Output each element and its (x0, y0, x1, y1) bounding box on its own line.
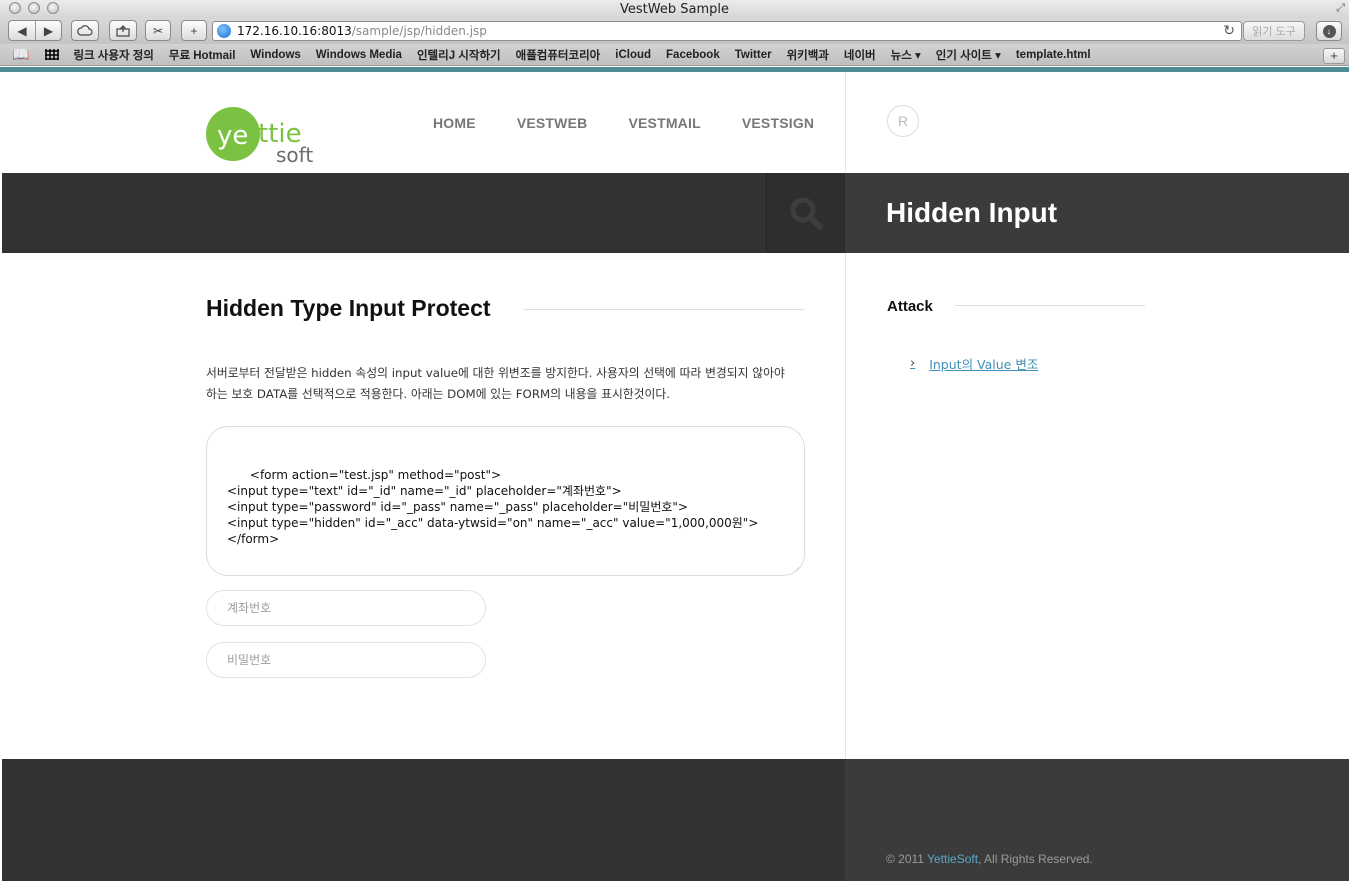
bookmark-item[interactable]: Twitter (735, 49, 772, 61)
back-forward-buttons: ◀ ▶ (8, 20, 62, 41)
bookmark-item[interactable]: 위키백과 (787, 47, 829, 63)
globe-icon (217, 24, 231, 38)
reader-button[interactable]: 읽기 도구 (1243, 21, 1305, 41)
description-line: 하는 보호 DATA를 선택적으로 적용한다. 아래는 DOM에 있는 FORM… (206, 387, 670, 401)
back-button[interactable]: ◀ (9, 21, 35, 40)
new-tab-button[interactable]: + (181, 20, 207, 41)
reload-icon[interactable]: ↻ (1223, 23, 1235, 39)
sidebar-divider (955, 305, 1145, 306)
description-line: 서버로부터 전달받은 hidden 속성의 input value에 대한 위변… (206, 366, 785, 380)
copyright-text: © 2011 YettieSoft, All Rights Reserved. (886, 852, 1093, 866)
search-button[interactable] (766, 173, 845, 253)
hero-title-band: Hidden Input (845, 173, 1349, 253)
chevron-right-icon: › (910, 356, 916, 371)
zoom-window-icon[interactable] (47, 2, 59, 14)
downloads-button[interactable]: ↓ (1316, 21, 1342, 41)
form-source-text: <form action="test.jsp" method="post"> <… (227, 468, 759, 546)
sidebar: Attack › Input의 Value 변조 (845, 253, 1349, 759)
bookmark-item[interactable]: 애플컴퓨터코리아 (516, 47, 601, 63)
forward-button[interactable]: ▶ (35, 21, 61, 40)
share-icon (116, 24, 130, 37)
window-titlebar: VestWeb Sample ⤢ (0, 0, 1349, 18)
bookmarks-bar: 📖 링크 사용자 정의 무료 Hotmail Windows Windows M… (0, 44, 1349, 66)
add-bookmark-button[interactable]: + (1323, 48, 1345, 64)
sidebar-link-label: Input의 Value 변조 (929, 357, 1039, 372)
window-title: VestWeb Sample (620, 2, 729, 17)
reading-list-icon[interactable]: 📖 (12, 46, 29, 63)
url-host: 172.16.10.16:8013 (237, 24, 352, 38)
nav-home[interactable]: HOME (433, 115, 476, 131)
nav-vestmail[interactable]: VESTMAIL (628, 115, 700, 131)
url-path: /sample/jsp/hidden.jsp (351, 24, 487, 38)
page-title: Hidden Input (886, 197, 1058, 228)
bookmark-item[interactable]: 링크 사용자 정의 (73, 47, 153, 63)
yettiesoft-logo[interactable]: ye ttie soft (206, 104, 336, 164)
fullscreen-icon[interactable]: ⤢ (1336, 2, 1345, 15)
footer-brand-link[interactable]: YettieSoft (927, 852, 978, 866)
sidebar-title: Attack (887, 298, 933, 315)
main-content: Hidden Type Input Protect 서버로부터 전달받은 hid… (2, 253, 845, 759)
resize-grip-icon[interactable] (794, 565, 802, 573)
browser-toolbar: ◀ ▶ ✂ + 172.16.10.16:8013 /sample/jsp/hi… (0, 18, 1349, 44)
account-number-input[interactable] (206, 590, 486, 626)
download-icon: ↓ (1322, 24, 1336, 38)
hero-band (2, 173, 845, 253)
search-icon (790, 197, 823, 230)
bookmark-item[interactable]: Facebook (666, 49, 720, 61)
top-sites-icon[interactable] (45, 49, 60, 60)
password-input[interactable] (206, 642, 486, 678)
address-bar[interactable]: 172.16.10.16:8013 /sample/jsp/hidden.jsp… (212, 21, 1242, 41)
footer (2, 759, 845, 881)
web-page: ye ttie soft HOME VESTWEB VESTMAIL VESTS… (2, 72, 1349, 881)
nav-vestweb[interactable]: VESTWEB (517, 115, 588, 131)
plus-icon: + (190, 23, 198, 38)
bookmark-item[interactable]: 네이버 (844, 47, 876, 63)
section-divider (524, 309, 804, 310)
icloud-tabs-button[interactable] (71, 20, 99, 41)
scissors-icon: ✂ (152, 23, 164, 38)
bookmark-item[interactable]: Windows Media (316, 49, 402, 61)
section-description: 서버로부터 전달받은 hidden 속성의 input value에 대한 위변… (206, 363, 806, 405)
copyright-prefix: © 2011 (886, 852, 928, 866)
section-title: Hidden Type Input Protect (206, 295, 491, 321)
share-button[interactable] (109, 20, 137, 41)
bookmark-item[interactable]: 인텔리J 시작하기 (417, 47, 501, 63)
copyright-suffix: , All Rights Reserved. (978, 852, 1093, 866)
nav-vestsign[interactable]: VESTSIGN (742, 115, 814, 131)
clip-button[interactable]: ✂ (145, 20, 171, 41)
cloud-icon (77, 25, 93, 36)
bookmark-item[interactable]: 무료 Hotmail (169, 47, 236, 63)
form-source-textarea[interactable]: <form action="test.jsp" method="post"> <… (206, 426, 805, 576)
close-window-icon[interactable] (9, 2, 21, 14)
bookmark-item[interactable]: template.html (1016, 49, 1091, 61)
sidebar-link-value-tamper[interactable]: › Input의 Value 변조 (910, 354, 1038, 373)
footer-side: © 2011 YettieSoft, All Rights Reserved. (845, 759, 1349, 881)
site-header: ye ttie soft HOME VESTWEB VESTMAIL VESTS… (2, 72, 845, 172)
minimize-window-icon[interactable] (28, 2, 40, 14)
bookmark-item[interactable]: iCloud (615, 49, 651, 61)
bookmark-folder-popular[interactable]: 인기 사이트 ▾ (936, 47, 1001, 63)
header-side: R (845, 72, 1349, 172)
svg-text:soft: soft (276, 143, 313, 164)
bookmark-item[interactable]: Windows (250, 49, 300, 61)
svg-text:ye: ye (217, 121, 248, 151)
r-badge-button[interactable]: R (887, 105, 919, 137)
bookmark-folder-news[interactable]: 뉴스 ▾ (891, 47, 921, 63)
main-nav: HOME VESTWEB VESTMAIL VESTSIGN (433, 115, 855, 131)
